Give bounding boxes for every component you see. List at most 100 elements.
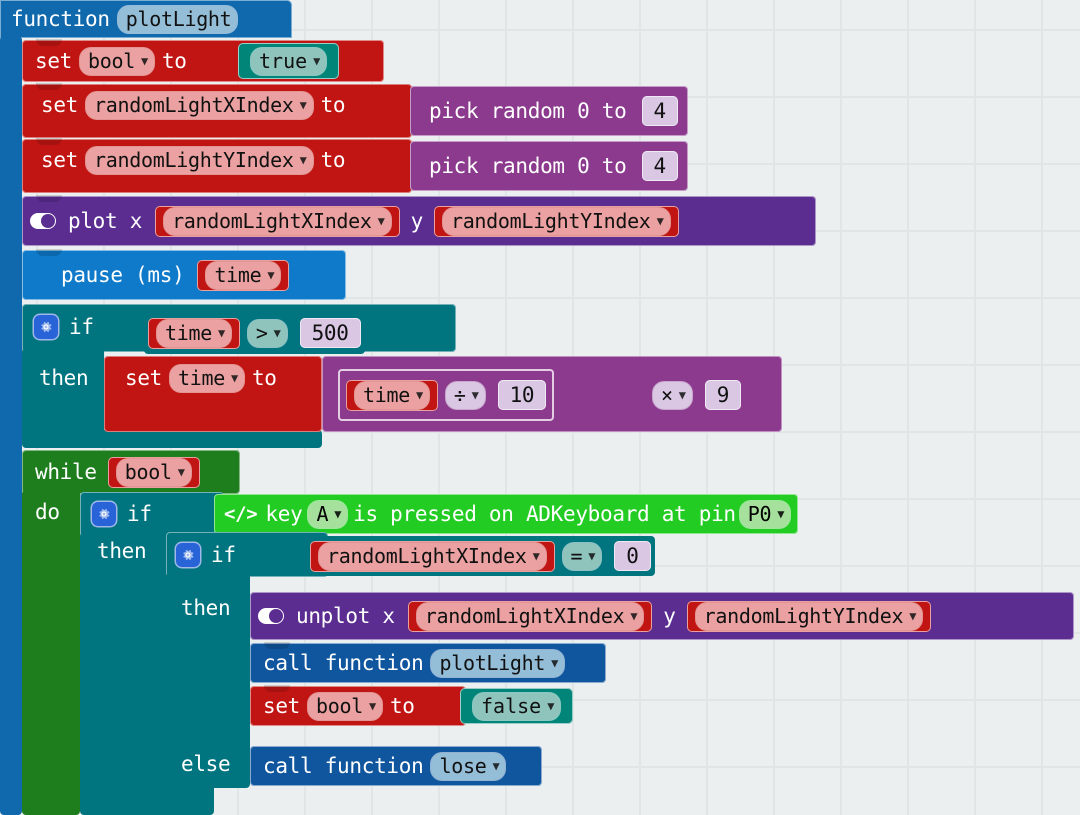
plot-arg-x[interactable]: randomLightXIndex ▼ (155, 205, 400, 237)
gear-icon[interactable] (34, 315, 58, 339)
compare-right-operand[interactable]: 500 (299, 318, 361, 348)
compare-operator-field[interactable]: = ▼ (562, 542, 602, 570)
pick-random-max-y[interactable]: 4 (641, 151, 678, 181)
function-name-text: plotLight (439, 650, 546, 675)
chevron-down-icon: ▼ (267, 267, 275, 282)
else-label-wrap: else (176, 748, 235, 780)
outer-then-label-wrap: then (92, 535, 151, 567)
chevron-down-icon: ▼ (630, 608, 638, 623)
set-keyword: set (41, 148, 79, 172)
function-name-field[interactable]: plotLight ▼ (431, 649, 565, 677)
code-icon: </> (224, 503, 258, 525)
unplot-arg-x[interactable]: randomLightXIndex ▼ (407, 600, 653, 632)
do-label: do (35, 500, 60, 524)
gear-icon[interactable] (176, 543, 200, 567)
number-value: 9 (716, 383, 730, 407)
variable-field-randomLightXIndex[interactable]: randomLightXIndex ▼ (164, 207, 391, 235)
variable-name: randomLightXIndex (94, 92, 294, 117)
pause-block[interactable]: pause (ms) time ▼ (22, 249, 346, 300)
chevron-down-icon: ▼ (656, 213, 664, 228)
chevron-down-icon: ▼ (273, 325, 281, 340)
while-condition[interactable]: bool ▼ (107, 456, 200, 488)
divide-operator-field[interactable]: ÷ ▼ (445, 381, 485, 409)
boolean-false-reporter[interactable]: false ▼ (460, 688, 574, 724)
multiply-operator-field[interactable]: × ▼ (653, 381, 692, 409)
variable-field-time[interactable]: time ▼ (206, 261, 281, 289)
blockly-workspace[interactable]: function plotLight set bool ▼ to true ▼ … (0, 0, 1080, 815)
chevron-down-icon: ▼ (471, 387, 479, 402)
compare-left-operand[interactable]: randomLightXIndex ▼ (310, 540, 555, 572)
gear-icon[interactable] (92, 502, 116, 526)
variable-field-randomLightXIndex[interactable]: randomLightXIndex ▼ (319, 542, 546, 570)
chevron-down-icon: ▼ (231, 370, 238, 385)
set-randomLightXIndex-row: set randomLightXIndex ▼ to (28, 86, 358, 124)
variable-field-time[interactable]: time ▼ (157, 319, 231, 347)
boolean-value-field[interactable]: false ▼ (473, 692, 561, 720)
chevron-down-icon: ▼ (217, 325, 225, 340)
inner-if-bottom (166, 782, 214, 815)
divide-right-operand[interactable]: 10 (497, 380, 547, 410)
boolean-value-field[interactable]: true ▼ (251, 47, 327, 75)
boolean-value-text: true (259, 48, 308, 73)
function-header[interactable]: function plotLight (6, 4, 240, 34)
variable-name: randomLightYIndex (703, 603, 904, 628)
divide-left-operand[interactable]: time ▼ (346, 379, 438, 411)
compare-left-operand[interactable]: time ▼ (148, 317, 240, 349)
math-divide-block[interactable]: time ▼ ÷ ▼ 10 (338, 369, 555, 421)
pause-arg[interactable]: time ▼ (197, 259, 290, 291)
function-name-field[interactable]: plotLight (117, 5, 238, 33)
else-label: else (181, 752, 231, 776)
variable-field-time[interactable]: time ▼ (355, 381, 429, 409)
set-keyword: set (41, 93, 79, 117)
call-function-lose-block[interactable]: call function lose ▼ (250, 746, 542, 786)
pick-random-label: pick random 0 to (429, 99, 627, 123)
compare-operator-field[interactable]: > ▼ (247, 319, 287, 347)
variable-field-randomLightYIndex[interactable]: randomLightYIndex ▼ (86, 146, 313, 174)
function-name-field[interactable]: lose ▼ (431, 752, 506, 780)
then-label: then (181, 596, 231, 620)
pick-random-block-x[interactable]: pick random 0 to 4 (410, 86, 688, 136)
pin-value: P0 (747, 501, 772, 526)
key-pressed-label: is pressed on ADKeyboard at pin (353, 502, 736, 526)
while-keyword: while (35, 460, 97, 484)
boolean-value-text: false (481, 693, 542, 718)
to-label: to (161, 49, 187, 73)
chevron-down-icon: ▼ (777, 506, 785, 521)
then-label-wrap: then (34, 362, 93, 394)
if-condition-compare[interactable]: time ▼ > ▼ 500 (144, 312, 365, 354)
variable-field-randomLightXIndex[interactable]: randomLightXIndex ▼ (86, 91, 313, 119)
operator-text: × (661, 382, 673, 407)
set-bool-false-block[interactable]: set bool ▼ to (250, 685, 466, 726)
variable-field-bool[interactable]: bool ▼ (80, 47, 154, 75)
plot-label: plot x (68, 209, 143, 233)
variable-field-randomLightYIndex[interactable]: randomLightYIndex ▼ (442, 207, 670, 235)
set-keyword: set (35, 49, 73, 73)
if-keyword: if (211, 543, 236, 567)
compare-right-operand[interactable]: 0 (614, 541, 651, 571)
to-label: to (389, 694, 415, 718)
variable-field-bool[interactable]: bool ▼ (116, 458, 191, 486)
led-matrix-icon (30, 266, 48, 284)
variable-field-time[interactable]: time ▼ (170, 364, 244, 392)
variable-field-bool[interactable]: bool ▼ (308, 692, 382, 720)
pin-field[interactable]: P0 ▼ (739, 500, 791, 528)
variable-field-randomLightXIndex[interactable]: randomLightXIndex ▼ (416, 602, 644, 630)
unplot-arg-y[interactable]: randomLightYIndex ▼ (686, 600, 932, 632)
if-header: if (34, 308, 99, 346)
call-function-plotLight-block[interactable]: call function plotLight ▼ (250, 642, 606, 683)
plot-icon (258, 608, 284, 624)
inner-if-condition-compare[interactable]: randomLightXIndex ▼ = ▼ 0 (306, 536, 655, 576)
pick-random-block-y[interactable]: pick random 0 to 4 (410, 141, 688, 191)
plot-arg-y[interactable]: randomLightYIndex ▼ (433, 205, 679, 237)
chevron-down-icon: ▼ (678, 387, 686, 402)
key-field[interactable]: A ▼ (308, 500, 348, 528)
outer-if-header: if (92, 496, 157, 532)
key-pressed-block[interactable]: </> key A ▼ is pressed on ADKeyboard at … (214, 494, 799, 534)
variable-field-randomLightYIndex[interactable]: randomLightYIndex ▼ (695, 602, 923, 630)
multiply-right-operand[interactable]: 9 (704, 380, 742, 410)
unplot-block[interactable]: unplot x randomLightXIndex ▼ y randomLig… (250, 592, 1074, 640)
plot-block[interactable]: plot x randomLightXIndex ▼ y randomLight… (22, 195, 816, 246)
pick-random-max-x[interactable]: 4 (641, 96, 678, 126)
chevron-down-icon: ▼ (532, 548, 540, 563)
boolean-true-reporter[interactable]: true ▼ (238, 43, 340, 79)
